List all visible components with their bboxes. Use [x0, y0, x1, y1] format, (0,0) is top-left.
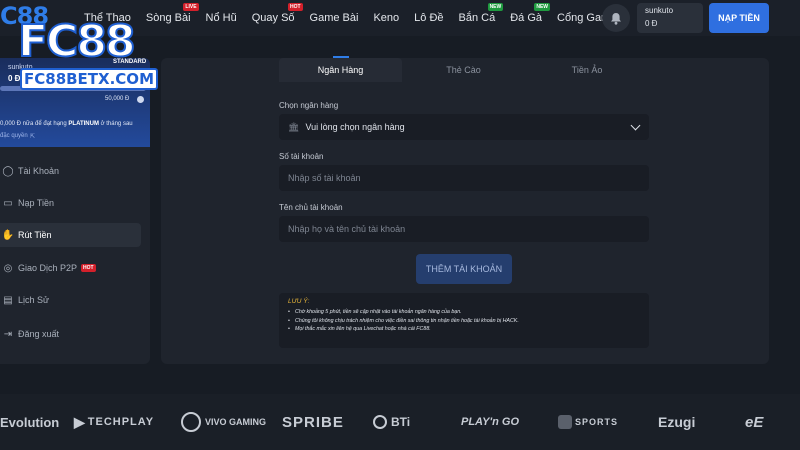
notice-title: LƯU Ý:	[288, 298, 310, 305]
sidebar-item-p2p[interactable]: ◎ Giao Dịch P2P HOT	[0, 256, 141, 280]
provider-logo: SPRIBE	[282, 413, 344, 431]
account-number-input[interactable]: Nhập số tài khoản	[279, 165, 649, 191]
notice-item: Chúng tôi không chịu trách nhiệm cho việ…	[288, 317, 640, 326]
sidebar-item-account[interactable]: ◯ Tài Khoản	[0, 159, 141, 183]
sidebar-item-label: Giao Dịch P2P	[18, 263, 78, 273]
nav-keno[interactable]: Keno	[373, 12, 399, 24]
user-balance-box[interactable]: sunkuto 0 Đ	[637, 3, 703, 33]
next-rank-name: PLATINUM	[68, 121, 99, 127]
notice-box: LƯU Ý: Chờ khoảng 5 phút, tiền sẽ cập nh…	[279, 293, 649, 348]
bank-label: Chọn ngân hàng	[279, 101, 339, 110]
sidebar-item-deposit[interactable]: ▭ Nạp Tiền	[0, 191, 141, 215]
sidebar-item-label: Lịch Sử	[18, 295, 50, 305]
brand-domain: FC88BETX.COM	[20, 68, 158, 90]
header-balance: 0 Đ	[645, 19, 658, 28]
next-rank-text: 0,000 Đ nữa để đạt hạng PLATINUM ở tháng…	[0, 121, 133, 127]
header-username: sunkuto	[645, 6, 674, 15]
nav-label: Sòng Bài	[145, 12, 191, 24]
nav-lo-de[interactable]: Lô Đề	[414, 12, 443, 24]
provider-logo: BTi	[373, 394, 410, 450]
nav-label: Game Bài	[309, 12, 359, 24]
withdraw-icon: ✋	[1, 229, 15, 241]
sidebar-item-withdraw[interactable]: ✋ Rút Tiền	[0, 223, 141, 247]
main-nav: Thể Thao Sòng Bài LIVE Nổ Hũ Quay Số HOT G…	[84, 0, 631, 36]
notification-button[interactable]	[602, 4, 630, 32]
new-badge: NEW	[487, 3, 504, 11]
next-rank-suffix: ở tháng sau	[100, 121, 133, 127]
tab-bank[interactable]: Ngân Hàng	[279, 58, 402, 82]
p2p-icon: ◎	[3, 262, 13, 274]
live-badge: LIVE	[183, 3, 199, 11]
hot-badge: HOT	[287, 3, 303, 11]
bank-icon: 🏛	[288, 121, 300, 132]
nav-da-ga[interactable]: Đá Gà NEW	[510, 3, 551, 24]
perks-link[interactable]: đặc quyền	[0, 133, 28, 139]
logout-icon: ⇥	[3, 328, 13, 340]
logo-standard-text: STANDARD	[113, 59, 147, 65]
nav-quay-so[interactable]: Quay Số HOT	[251, 3, 303, 24]
tab-crypto[interactable]: Tiền Ảo	[525, 58, 649, 82]
provider-name: TECHPLAY	[87, 416, 155, 428]
nav-label: Bắn Cá	[458, 12, 496, 24]
bank-select-value: 🏛 Vui lòng chọn ngân hàng	[288, 122, 405, 133]
bti-icon	[373, 415, 387, 429]
sidebar-item-label: Đăng xuất	[18, 329, 60, 339]
sidebar-item-label: Tài Khoản	[18, 166, 60, 176]
provider-name: SPORTS	[575, 417, 619, 427]
notice-item: Mọi thắc mắc xin liên hệ qua Livechat ho…	[288, 325, 640, 334]
rank-target: 50,000 Đ	[105, 96, 130, 102]
notice-list: Chờ khoảng 5 phút, tiền sẽ cập nhật vào …	[288, 308, 640, 334]
provider-name: VIVO GAMING	[205, 417, 267, 427]
provider-logo: ▶ TECHPLAY	[74, 394, 154, 450]
notice-item: Chờ khoảng 5 phút, tiền sẽ cập nhật vào …	[288, 308, 640, 317]
sidebar-item-label: Nạp Tiền	[18, 198, 55, 208]
holder-name-label: Tên chủ tài khoản	[279, 203, 343, 212]
nav-ban-ca[interactable]: Bắn Cá NEW	[458, 3, 504, 24]
external-link-icon: ⇱	[30, 134, 36, 140]
history-icon: ▤	[3, 294, 13, 306]
bank-select[interactable]: 🏛 Vui lòng chọn ngân hàng	[279, 114, 649, 140]
provider-logo: Ezugi	[658, 414, 696, 430]
sports-icon	[558, 415, 572, 429]
hot-badge: HOT	[81, 264, 96, 272]
provider-logo: VIVO GAMING	[181, 394, 266, 450]
vivo-icon	[181, 412, 201, 432]
withdraw-panel: Ngân Hàng Thẻ Cào Tiền Ảo Chọn ngân hàng…	[161, 56, 769, 364]
add-account-button[interactable]: THÊM TÀI KHOẢN	[416, 254, 512, 284]
nav-label: Nổ Hũ	[205, 12, 237, 24]
nav-no-hu[interactable]: Nổ Hũ	[206, 12, 237, 24]
nav-song-bai[interactable]: Sòng Bài LIVE	[145, 3, 199, 24]
nav-label: Quay Số	[251, 12, 295, 24]
user-icon: ◯	[2, 165, 14, 177]
next-rank-prefix: 0,000 Đ nữa để đạt hạng	[0, 121, 67, 127]
nav-label: Đá Gà	[510, 12, 543, 24]
sidebar-item-history[interactable]: ▤ Lịch Sử	[0, 288, 141, 312]
chevron-down-icon	[630, 120, 641, 130]
provider-name: BTi	[391, 415, 411, 429]
tab-card[interactable]: Thẻ Cào	[402, 58, 525, 82]
deposit-button[interactable]: NẠP TIỀN	[709, 3, 769, 33]
provider-strip: Evolution ▶ TECHPLAY VIVO GAMING SPRIBE B…	[0, 394, 800, 450]
provider-logo: SPORTS	[558, 394, 618, 450]
holder-name-input[interactable]: Nhập họ và tên chủ tài khoản	[279, 216, 649, 242]
profile-balance: 0 Đ	[8, 74, 21, 83]
sidebar-item-label: Rút Tiền	[18, 230, 52, 240]
bell-icon	[611, 12, 621, 25]
nav-label: Keno	[373, 12, 400, 24]
brand-logo[interactable]: FC88	[17, 19, 137, 65]
bank-select-text: Vui lòng chọn ngân hàng	[305, 121, 405, 132]
new-badge: NEW	[534, 3, 551, 11]
account-number-label: Số tài khoản	[279, 152, 324, 161]
provider-logo: PLAY'n GO	[461, 416, 520, 428]
coin-icon	[137, 96, 144, 103]
sidebar-item-logout[interactable]: ⇥ Đăng xuất	[0, 322, 141, 346]
wallet-icon: ▭	[3, 197, 13, 209]
nav-label: Lô Đề	[414, 12, 444, 24]
provider-logo: Evolution	[0, 414, 60, 430]
techplay-icon: ▶	[74, 413, 86, 430]
nav-game-bai[interactable]: Game Bài	[310, 12, 359, 24]
provider-logo: eE	[745, 413, 764, 431]
